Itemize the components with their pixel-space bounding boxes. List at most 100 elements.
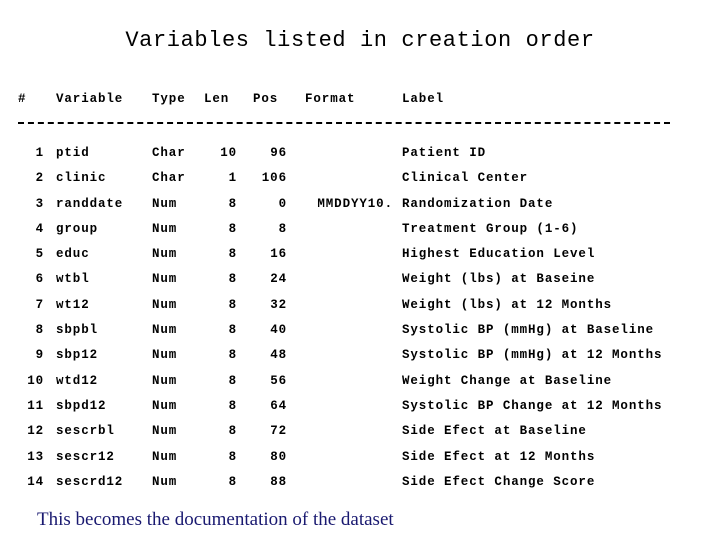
cell-label: Patient ID (402, 146, 487, 160)
column-header-label: Label (402, 92, 445, 106)
cell-len: 8 (228, 373, 237, 388)
table-row: 8 sbpbl Num 8 40 Systolic BP (mmHg) at Baseli… (18, 323, 702, 348)
header-separator-line (18, 122, 670, 124)
table-row: 10 wtd12 Num 8 56 Weight Change at Baseline (18, 374, 702, 399)
table-row: 14 sescrd12 Num 8 88 Side Efect Change Score (18, 475, 702, 500)
slide-caption: This becomes the documentation of the da… (37, 509, 394, 530)
cell-pos: 96 (270, 146, 287, 160)
cell-len: 8 (228, 474, 237, 489)
cell-type: Num (152, 272, 178, 287)
cell-len: 8 (228, 323, 237, 338)
cell-label: Side Efect at 12 Months (402, 449, 596, 464)
cell-label: Weight (lbs) at Baseine (402, 272, 596, 287)
cell-number: 11 (27, 398, 44, 413)
cell-number: 7 (35, 297, 44, 312)
cell-pos: 16 (270, 247, 287, 262)
table-body: 1 ptid Char 10 96 Patient ID 2 clinic Char 1 106 Cl… (18, 146, 702, 500)
cell-len: 8 (228, 196, 237, 211)
cell-number: 2 (35, 171, 44, 186)
cell-type: Num (152, 297, 178, 312)
cell-variable: group (56, 221, 99, 236)
cell-label: Clinical Center (402, 171, 529, 186)
cell-pos: 106 (261, 171, 287, 186)
cell-type: Num (152, 348, 178, 363)
cell-pos: 8 (278, 221, 287, 236)
cell-len: 8 (228, 247, 237, 262)
column-header-pos: Pos (253, 92, 279, 106)
cell-label: Randomization Date (402, 196, 554, 211)
cell-format: MMDDYY10. (317, 196, 393, 211)
cell-len: 8 (228, 272, 237, 287)
cell-variable: wtbl (56, 272, 90, 287)
cell-type: Char (152, 146, 186, 160)
cell-variable: sescrbl (56, 424, 115, 439)
cell-type: Num (152, 474, 178, 489)
cell-pos: 88 (270, 474, 287, 489)
cell-label: Systolic BP Change at 12 Months (402, 398, 663, 413)
cell-type: Num (152, 373, 178, 388)
cell-pos: 0 (278, 196, 287, 211)
cell-len: 8 (228, 424, 237, 439)
cell-type: Num (152, 424, 178, 439)
table-row: 5 educ Num 8 16 Highest Education Level (18, 247, 702, 272)
cell-variable: sescrd12 (56, 474, 124, 489)
table-row: 9 sbp12 Num 8 48 Systolic BP (mmHg) at 12 Mon… (18, 348, 702, 373)
cell-label: Side Efect Change Score (402, 474, 596, 489)
cell-variable: clinic (56, 171, 107, 186)
cell-type: Num (152, 196, 178, 211)
cell-variable: randdate (56, 196, 124, 211)
table-row: 7 wt12 Num 8 32 Weight (lbs) at 12 Months (18, 298, 702, 323)
cell-pos: 48 (270, 348, 287, 363)
cell-number: 12 (27, 424, 44, 439)
cell-label: Systolic BP (mmHg) at 12 Months (402, 348, 663, 363)
cell-pos: 24 (270, 272, 287, 287)
cell-variable: wtd12 (56, 373, 99, 388)
cell-type: Num (152, 323, 178, 338)
cell-variable: sbpbl (56, 323, 99, 338)
cell-number: 3 (35, 196, 44, 211)
column-header-number: # (18, 92, 27, 106)
table-row: 3 randdate Num 8 0 MMDDYY10. Randomization Dat… (18, 197, 702, 222)
cell-variable: wt12 (56, 297, 90, 312)
cell-type: Num (152, 247, 178, 262)
table-row: 1 ptid Char 10 96 Patient ID (18, 146, 702, 171)
table-row: 13 sescr12 Num 8 80 Side Efect at 12 Months (18, 450, 702, 475)
cell-len: 8 (228, 348, 237, 363)
column-header-len: Len (204, 92, 230, 106)
column-header-variable: Variable (56, 92, 124, 106)
cell-pos: 40 (270, 323, 287, 338)
cell-pos: 64 (270, 398, 287, 413)
cell-pos: 72 (270, 424, 287, 439)
cell-label: Weight (lbs) at 12 Months (402, 297, 613, 312)
variable-listing-table: # Variable Type Len Pos Format Label 1 pt… (18, 92, 702, 489)
table-header-row: # Variable Type Len Pos Format Label (18, 92, 702, 108)
cell-len: 8 (228, 449, 237, 464)
cell-type: Num (152, 398, 178, 413)
page-title: Variables listed in creation order (125, 28, 595, 53)
table-row: 4 group Num 8 8 Treatment Group (1-6) (18, 222, 702, 247)
cell-number: 4 (35, 221, 44, 236)
cell-number: 14 (27, 474, 44, 489)
cell-pos: 56 (270, 373, 287, 388)
table-row: 11 sbpd12 Num 8 64 Systolic BP Change at 12 M… (18, 399, 702, 424)
cell-label: Side Efect at Baseline (402, 424, 587, 439)
cell-label: Treatment Group (1-6) (402, 221, 579, 236)
cell-number: 10 (27, 373, 44, 388)
cell-number: 13 (27, 449, 44, 464)
table-row: 6 wtbl Num 8 24 Weight (lbs) at Baseine (18, 272, 702, 297)
cell-label: Weight Change at Baseline (402, 373, 613, 388)
cell-number: 8 (35, 323, 44, 338)
cell-variable: sescr12 (56, 449, 115, 464)
cell-variable: sbpd12 (56, 398, 107, 413)
cell-label: Highest Education Level (402, 247, 596, 262)
column-header-format: Format (305, 92, 356, 106)
cell-number: 9 (35, 348, 44, 363)
cell-len: 8 (228, 221, 237, 236)
table-row: 2 clinic Char 1 106 Clinical Center (18, 171, 702, 196)
cell-number: 6 (35, 272, 44, 287)
cell-number: 5 (35, 247, 44, 262)
table-row: 12 sescrbl Num 8 72 Side Efect at Baseline (18, 424, 702, 449)
cell-type: Char (152, 171, 186, 186)
cell-variable: educ (56, 247, 90, 262)
column-header-type: Type (152, 92, 186, 106)
